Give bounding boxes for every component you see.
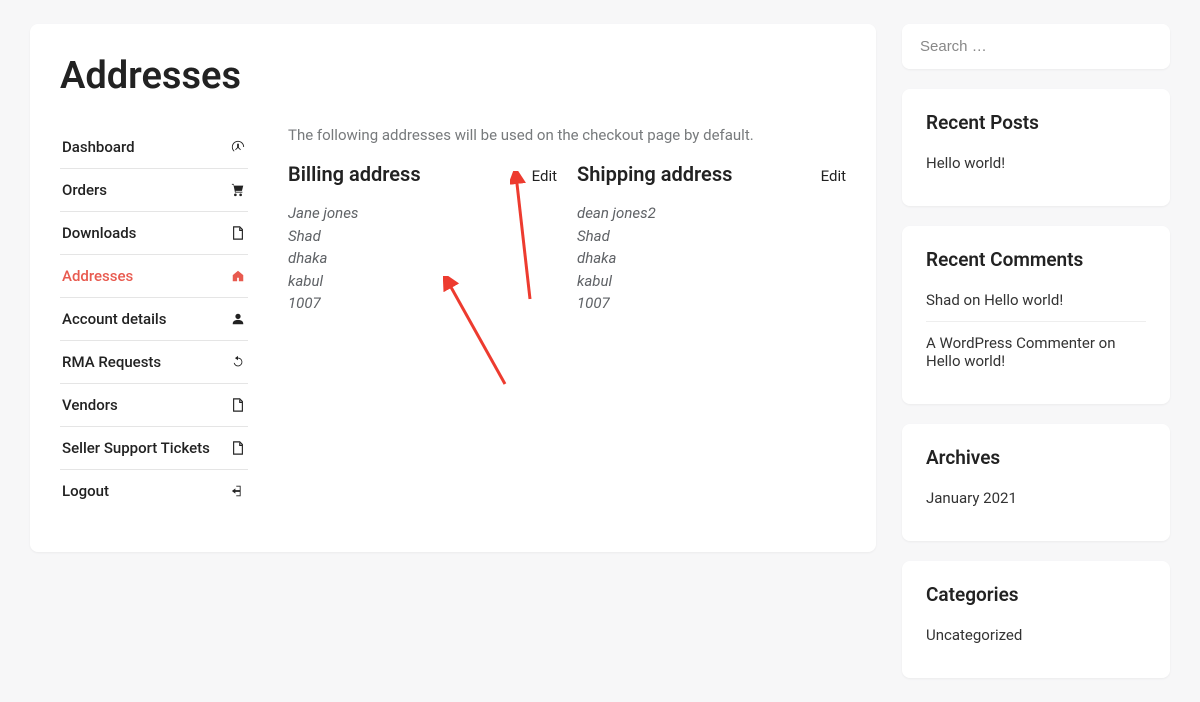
address-grid: Billing address Edit Jane jonesShaddhaka… <box>288 162 846 315</box>
sidebar-item-rma-requests: RMA Requests <box>60 341 248 384</box>
nav-link-addresses[interactable]: Addresses <box>60 255 248 297</box>
recent-comments-widget: Recent Comments Shad on Hello world!A Wo… <box>902 226 1170 404</box>
billing-edit-link[interactable]: Edit <box>532 167 557 185</box>
address-line: 1007 <box>577 292 846 315</box>
nav-link-dashboard[interactable]: Dashboard <box>60 126 248 168</box>
sidebar-item-logout: Logout <box>60 470 248 512</box>
list-item: January 2021 <box>926 489 1146 519</box>
shipping-address-box: Shipping address Edit dean jones2Shaddha… <box>577 162 846 315</box>
sidebar-item-dashboard: Dashboard <box>60 126 248 169</box>
sidebar-item-orders: Orders <box>60 169 248 212</box>
file-icon <box>230 225 246 241</box>
sidebar-item-seller-support-tickets: Seller Support Tickets <box>60 427 248 470</box>
nav-link-vendors[interactable]: Vendors <box>60 384 248 426</box>
address-line: dean jones2 <box>577 202 846 225</box>
nav-link-seller-support-tickets[interactable]: Seller Support Tickets <box>60 427 248 469</box>
widget-title: Categories <box>926 583 1146 606</box>
address-line: dhaka <box>577 247 846 270</box>
comment-author-link[interactable]: Shad <box>926 291 960 309</box>
nav-label: Addresses <box>62 267 133 285</box>
nav-label: Logout <box>62 482 109 500</box>
address-line: dhaka <box>288 247 557 270</box>
sidebar-item-account-details: Account details <box>60 298 248 341</box>
sidebar-item-downloads: Downloads <box>60 212 248 255</box>
file-icon <box>230 397 246 413</box>
sidebar: Recent Posts Hello world! Recent Comment… <box>902 24 1170 678</box>
billing-title: Billing address <box>288 162 421 186</box>
user-icon <box>230 311 246 327</box>
undo-icon <box>230 354 246 370</box>
intro-text: The following addresses will be used on … <box>288 126 846 144</box>
page-title: Addresses <box>60 54 846 98</box>
address-line: kabul <box>577 270 846 293</box>
nav-label: Seller Support Tickets <box>62 439 210 457</box>
archives-widget: Archives January 2021 <box>902 424 1170 541</box>
addresses-content: The following addresses will be used on … <box>288 126 846 512</box>
nav-link-orders[interactable]: Orders <box>60 169 248 211</box>
search-widget <box>902 24 1170 69</box>
address-line: kabul <box>288 270 557 293</box>
nav-label: Vendors <box>62 396 118 414</box>
widget-title: Recent Posts <box>926 111 1146 134</box>
home-icon <box>230 268 246 284</box>
shipping-title: Shipping address <box>577 162 732 186</box>
list-item: Shad on Hello world! <box>926 291 1146 321</box>
comment-on-text: on <box>1095 334 1116 352</box>
nav-label: Dashboard <box>62 138 135 156</box>
sidebar-item-vendors: Vendors <box>60 384 248 427</box>
main-content-card: Addresses Dashboard Orders Downloads Addres… <box>30 24 876 552</box>
address-line: 1007 <box>288 292 557 315</box>
list-item: Uncategorized <box>926 626 1146 656</box>
nav-link-rma-requests[interactable]: RMA Requests <box>60 341 248 383</box>
nav-link-downloads[interactable]: Downloads <box>60 212 248 254</box>
nav-label: RMA Requests <box>62 353 161 371</box>
categories-widget: Categories Uncategorized <box>902 561 1170 678</box>
nav-link-account-details[interactable]: Account details <box>60 298 248 340</box>
logout-icon <box>230 483 246 499</box>
address-line: Shad <box>577 225 846 248</box>
comment-author-link[interactable]: A WordPress Commenter <box>926 334 1095 352</box>
list-link[interactable]: Hello world! <box>926 154 1005 172</box>
cart-icon <box>230 182 246 198</box>
widget-title: Archives <box>926 446 1146 469</box>
search-input[interactable] <box>902 24 1170 69</box>
list-link[interactable]: Uncategorized <box>926 626 1022 644</box>
nav-link-logout[interactable]: Logout <box>60 470 248 512</box>
list-item: A WordPress Commenter on Hello world! <box>926 321 1146 382</box>
address-line: Shad <box>288 225 557 248</box>
billing-address-box: Billing address Edit Jane jonesShaddhaka… <box>288 162 557 315</box>
billing-address-body: Jane jonesShaddhakakabul1007 <box>288 202 557 315</box>
comment-on-text: on <box>960 291 984 309</box>
nav-label: Account details <box>62 310 166 328</box>
shipping-edit-link[interactable]: Edit <box>821 167 846 185</box>
list-link[interactable]: January 2021 <box>926 489 1017 507</box>
nav-label: Orders <box>62 181 107 199</box>
comment-post-link[interactable]: Hello world! <box>926 352 1005 370</box>
gauge-icon <box>230 139 246 155</box>
main-columns: Dashboard Orders Downloads Addresses Account… <box>60 126 846 512</box>
nav-label: Downloads <box>62 224 136 242</box>
widget-title: Recent Comments <box>926 248 1146 271</box>
shipping-address-body: dean jones2Shaddhakakabul1007 <box>577 202 846 315</box>
recent-posts-widget: Recent Posts Hello world! <box>902 89 1170 206</box>
address-line: Jane jones <box>288 202 557 225</box>
list-item: Hello world! <box>926 154 1146 184</box>
comment-post-link[interactable]: Hello world! <box>984 291 1063 309</box>
sidebar-item-addresses: Addresses <box>60 255 248 298</box>
account-nav: Dashboard Orders Downloads Addresses Account… <box>60 126 248 512</box>
file-icon <box>230 440 246 456</box>
